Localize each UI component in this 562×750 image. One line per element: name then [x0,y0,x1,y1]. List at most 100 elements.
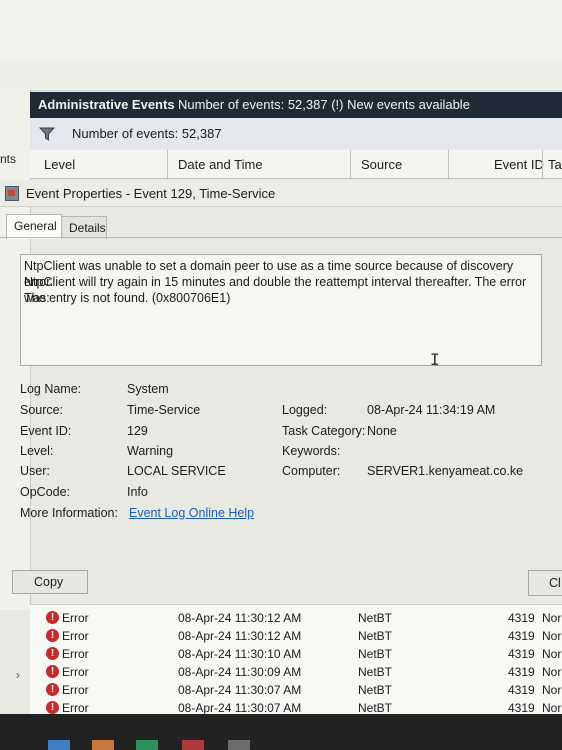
row-level: Error [62,683,89,697]
taskbar-app-icon[interactable] [48,740,70,750]
filtered-count: Number of events: 52,387 [72,126,222,141]
event-viewer-icon [5,186,19,201]
event-id-value: 129 [127,424,148,438]
text-cursor-icon: I [430,350,440,369]
error-icon: ! [46,665,59,678]
taskbar-app-icon[interactable] [136,740,158,750]
row-task: Nor [542,701,562,715]
row-event-id: 4319 [508,701,535,715]
user-value: LOCAL SERVICE [127,464,226,478]
row-datetime: 08-Apr-24 11:30:12 AM [178,629,302,643]
row-level: Error [62,647,89,661]
row-datetime: 08-Apr-24 11:30:12 AM [178,611,302,625]
event-log-online-help-link[interactable]: Event Log Online Help [129,506,254,520]
close-button[interactable]: Cl [528,570,562,596]
row-source: NetBT [358,683,393,697]
level-value: Warning [127,444,174,458]
column-event-id[interactable]: Event ID [494,157,544,172]
source-label: Source: [20,403,64,417]
dialog-title: Event Properties - Event 129, Time-Servi… [26,186,276,201]
level-label: Level: [20,444,54,458]
copy-button-label: Copy [34,575,64,589]
dialog-title-bar[interactable]: Event Properties - Event 129, Time-Servi… [0,180,562,207]
user-label: User: [20,464,50,478]
error-icon: ! [46,701,59,714]
column-level[interactable]: Level [44,157,75,172]
tab-general[interactable]: General [6,214,62,239]
funnel-icon [38,126,56,145]
menu-bar [0,60,562,91]
row-datetime: 08-Apr-24 11:30:07 AM [178,683,302,697]
dialog-tabs: General Details [0,206,562,239]
table-row[interactable]: ! Error 08-Apr-24 11:30:12 AM NetBT 4319… [30,609,562,627]
table-row[interactable]: ! Error 08-Apr-24 11:30:10 AM NetBT 4319… [30,645,562,663]
taskbar [0,714,562,750]
table-row[interactable]: ! Error 08-Apr-24 11:30:07 AM NetBT 4319… [30,699,562,715]
column-header-row: Level Date and Time Source Event ID Ta [30,150,562,179]
taskbar-app-icon[interactable] [228,740,250,750]
row-event-id: 4319 [508,611,535,625]
computer-value: SERVER1.kenyameat.co.ke [367,464,524,478]
taskbar-app-icon[interactable] [182,740,204,750]
row-source: NetBT [358,611,393,625]
column-source[interactable]: Source [361,157,402,172]
row-level: Error [62,629,89,643]
tab-details[interactable]: Details [61,216,107,239]
row-source: NetBT [358,629,393,643]
column-task[interactable]: Ta [548,157,562,172]
log-name-label: Log Name: [20,382,82,396]
row-datetime: 08-Apr-24 11:30:09 AM [178,665,302,679]
table-row[interactable]: ! Error 08-Apr-24 11:30:09 AM NetBT 4319… [30,663,562,681]
log-name-value: System [127,382,169,396]
filter-bar: Number of events: 52,387 [30,118,562,151]
nav-tree-item[interactable]: nts [0,152,16,166]
row-event-id: 4319 [508,629,535,643]
row-datetime: 08-Apr-24 11:30:10 AM [178,647,302,661]
column-date-time[interactable]: Date and Time [178,157,263,172]
table-row[interactable]: ! Error 08-Apr-24 11:30:12 AM NetBT 4319… [30,627,562,645]
opcode-label: OpCode: [20,485,71,499]
row-source: NetBT [358,665,393,679]
admin-events-header: Administrative Events Number of events: … [30,92,562,118]
row-source: NetBT [358,647,393,661]
logged-value: 08-Apr-24 11:34:19 AM [367,403,496,417]
chevron-right-icon[interactable]: › [16,668,20,682]
tab-general-label: General [14,219,57,233]
opcode-value: Info [127,485,148,499]
event-id-label: Event ID: [20,424,72,438]
task-category-value: None [367,424,397,438]
row-task: Nor [542,683,562,697]
row-task: Nor [542,629,562,643]
row-level: Error [62,701,89,715]
table-row[interactable]: ! Error 08-Apr-24 11:30:07 AM NetBT 4319… [30,681,562,699]
row-event-id: 4319 [508,683,535,697]
view-title: Administrative Events [38,97,175,112]
error-icon: ! [46,683,59,696]
row-task: Nor [542,665,562,679]
row-datetime: 08-Apr-24 11:30:07 AM [178,701,302,715]
desktop-background [0,0,562,60]
row-level: Error [62,665,89,679]
row-task: Nor [542,611,562,625]
row-task: Nor [542,647,562,661]
error-icon: ! [46,647,59,660]
tab-divider [0,237,562,238]
computer-label: Computer: [282,464,341,478]
keywords-label: Keywords: [282,444,341,458]
row-event-id: 4319 [508,665,535,679]
close-button-label: Cl [549,576,561,590]
row-level: Error [62,611,89,625]
taskbar-app-icon[interactable] [92,740,114,750]
tab-details-label: Details [69,221,106,235]
event-count-status[interactable]: Number of events: 52,387 (!) New events … [178,97,470,112]
row-source: NetBT [358,701,393,715]
event-list[interactable]: ! Error 08-Apr-24 11:30:12 AM NetBT 4319… [30,604,562,715]
copy-button[interactable]: Copy [12,570,88,594]
description-line: The entry is not found. (0x800706E1) [24,291,231,305]
logged-label: Logged: [282,403,328,417]
more-information-label: More Information: [20,506,118,520]
task-category-label: Task Category: [282,424,366,438]
source-value: Time-Service [127,403,201,417]
event-description-box[interactable]: NtpClient was unable to set a domain pee… [20,254,542,366]
row-event-id: 4319 [508,647,535,661]
